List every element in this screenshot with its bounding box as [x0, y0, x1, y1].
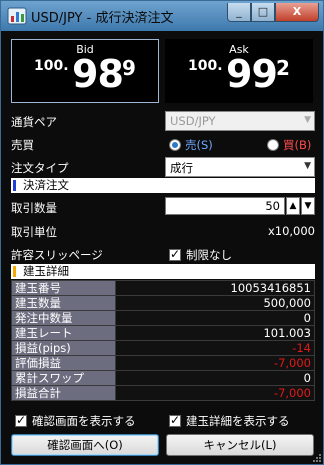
order-type-row: 注文タイプ 成行 ▼ [11, 157, 315, 177]
detail-value: 500,000 [115, 295, 315, 311]
detail-value: -14 [115, 340, 315, 356]
checkbox-checked-icon [169, 413, 181, 427]
detail-value: 0 [115, 370, 315, 386]
table-row: 評価損益 -7,000 [11, 355, 315, 371]
bid-price-big: 98 [72, 52, 124, 96]
show-detail-label: 建玉詳細を表示する [186, 414, 290, 428]
qty-down-button[interactable]: ▼ [301, 197, 315, 215]
detail-value: 101.003 [115, 325, 315, 341]
chevron-down-icon: ▼ [304, 115, 311, 125]
table-row: 建玉数量 500,000 [11, 295, 315, 311]
buy-label: 買(B) [283, 138, 312, 152]
detail-value: 0 [115, 310, 315, 326]
show-detail-checkbox[interactable]: 建玉詳細を表示する [169, 413, 290, 429]
detail-value: 10053416851 [115, 280, 315, 296]
table-row: 建玉レート 101.003 [11, 325, 315, 341]
slippage-checkbox[interactable]: 制限なし [169, 247, 232, 263]
qty-row: 取引数量 50 ▲ ▼ [11, 197, 315, 217]
table-row: 発注中数量 0 [11, 310, 315, 326]
section-position-detail-title: 建玉詳細 [23, 264, 69, 278]
unit-label: 取引単位 [11, 225, 57, 239]
sell-label: 売(S) [185, 138, 213, 152]
slippage-checkbox-label: 制限なし [186, 248, 232, 262]
window-controls: _ □ X [227, 3, 319, 23]
table-row: 損益合計 -7,000 [11, 385, 315, 401]
section-position-detail: 建玉詳細 [11, 264, 315, 279]
unit-row: 取引単位 x10,000 [11, 221, 315, 241]
detail-key: 損益合計 [11, 385, 116, 401]
order-type-label: 注文タイプ [11, 161, 69, 175]
section-marker [13, 180, 16, 191]
ask-quote[interactable]: Ask 100. 99 2 [165, 39, 313, 103]
bid-price-pip: 9 [122, 56, 136, 80]
detail-key: 建玉レート [11, 325, 116, 341]
resize-grip-icon[interactable] [313, 454, 321, 462]
side-label: 売買 [11, 138, 34, 152]
minimize-button[interactable]: _ [227, 3, 251, 22]
detail-key: 建玉番号 [11, 280, 116, 296]
order-type-select[interactable]: 成行 ▼ [165, 157, 315, 177]
section-close-order: 決済注文 [11, 178, 315, 193]
title-bar[interactable]: USD/JPY - 成行決済注文 _ □ X [1, 1, 323, 31]
chevron-down-icon: ▼ [304, 161, 311, 171]
detail-value: -7,000 [115, 385, 315, 401]
table-row: 累計スワップ 0 [11, 370, 315, 386]
unit-value: x10,000 [267, 224, 315, 238]
qty-label: 取引数量 [11, 201, 57, 215]
buy-radio[interactable]: 買(B) [267, 137, 311, 153]
order-type-value: 成行 [170, 161, 193, 175]
ask-price-big: 99 [226, 52, 278, 96]
qty-input[interactable]: 50 [165, 197, 285, 215]
pair-select[interactable]: USD/JPY ▼ [165, 111, 315, 131]
section-close-order-title: 決済注文 [23, 178, 69, 192]
confirm-screen-label: 確認画面を表示する [32, 414, 136, 428]
radio-icon [267, 139, 279, 151]
detail-key: 損益(pips) [11, 340, 116, 356]
maximize-button[interactable]: □ [251, 3, 275, 22]
table-row: 建玉番号 10053416851 [11, 280, 315, 296]
detail-key: 発注中数量 [11, 310, 116, 326]
ask-price-prefix: 100. [188, 58, 223, 74]
sell-radio[interactable]: 売(S) [169, 137, 213, 153]
ask-price-pip: 2 [276, 56, 290, 80]
pair-row: 通貨ペア USD/JPY ▼ [11, 111, 315, 131]
order-window: USD/JPY - 成行決済注文 _ □ X Bid 100. 98 9 Ask… [0, 0, 324, 465]
detail-value: -7,000 [115, 355, 315, 371]
section-marker [13, 266, 16, 277]
radio-selected-icon [169, 139, 181, 151]
close-button[interactable]: X [275, 3, 319, 22]
slippage-label: 許容スリッページ [11, 248, 103, 262]
table-row: 損益(pips) -14 [11, 340, 315, 356]
pair-label: 通貨ペア [11, 115, 57, 129]
detail-key: 評価損益 [11, 355, 116, 371]
quote-panel: Bid 100. 98 9 Ask 100. 99 2 [11, 39, 313, 103]
cancel-button[interactable]: キャンセル(L) [166, 434, 314, 456]
checkbox-checked-icon [15, 413, 27, 427]
pair-value: USD/JPY [170, 114, 216, 128]
checkbox-checked-icon [169, 247, 181, 261]
position-detail-table: 建玉番号 10053416851 建玉数量 500,000 発注中数量 0 建玉レート 101… [11, 280, 315, 401]
confirm-screen-checkbox[interactable]: 確認画面を表示する [15, 413, 136, 429]
bid-quote[interactable]: Bid 100. 98 9 [11, 39, 159, 103]
detail-key: 累計スワップ [11, 370, 116, 386]
app-icon [7, 7, 27, 25]
confirm-button[interactable]: 確認画面へ(O) [11, 434, 159, 456]
window-title: USD/JPY - 成行決済注文 [31, 11, 174, 26]
qty-up-button[interactable]: ▲ [286, 197, 300, 215]
slippage-row: 許容スリッページ 制限なし [11, 244, 315, 264]
side-row: 売買 売(S) 買(B) [11, 134, 315, 154]
detail-key: 建玉数量 [11, 295, 116, 311]
bid-price-prefix: 100. [34, 58, 69, 74]
